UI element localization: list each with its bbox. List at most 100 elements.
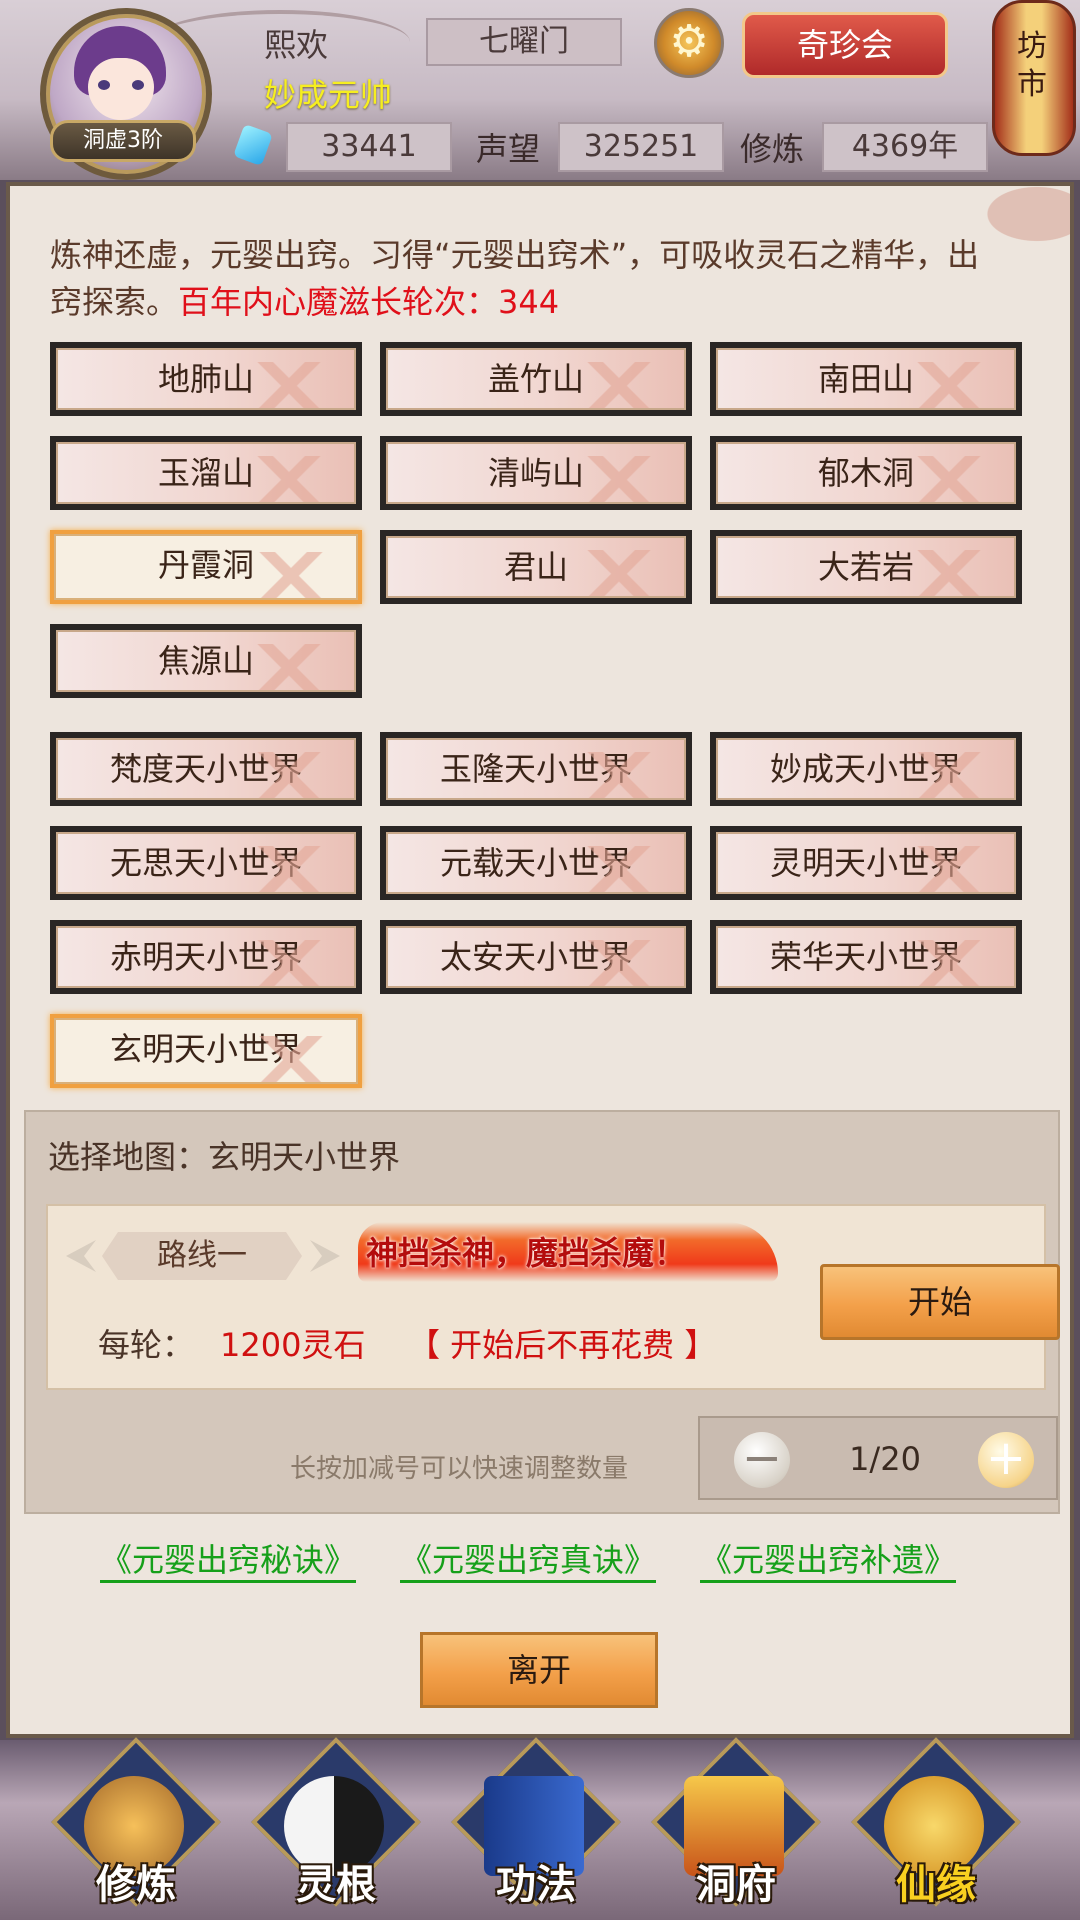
link-secret-technique[interactable]: 《元婴出窍秘诀》 (100, 1540, 357, 1583)
location-button-yuliu[interactable]: 玉溜山 (50, 436, 362, 510)
world-button-ronghua[interactable]: 荣华天小世界 (710, 920, 1022, 994)
mountain-watermark-icon (564, 550, 674, 596)
world-button-xuanming[interactable]: 玄明天小世界 (50, 1014, 362, 1088)
top-header: 洞虚3阶 熙欢 妙成元帅 七曜门 ⚙ 奇珍会 坊市 33441 声望 32525… (0, 0, 1080, 180)
mountain-watermark-icon (894, 752, 1004, 798)
map-selection-area: 选择地图：玄明天小世界 路线一 神挡杀神，魔挡杀魔！ 开始 每轮： 1200灵石… (24, 1110, 1060, 1514)
location-label: 清屿山 (386, 442, 686, 504)
world-button-fandu[interactable]: 梵度天小世界 (50, 732, 362, 806)
world-label: 赤明天小世界 (56, 926, 356, 988)
sect-name[interactable]: 七曜门 (426, 18, 622, 66)
location-button-daruo[interactable]: 大若岩 (710, 530, 1022, 604)
world-label: 太安天小世界 (386, 926, 686, 988)
reputation-label: 声望 (476, 130, 541, 168)
world-button-yuanzai[interactable]: 元载天小世界 (380, 826, 692, 900)
location-button-qingyu[interactable]: 清屿山 (380, 436, 692, 510)
nav-label: 功法 (496, 1862, 576, 1908)
mountain-watermark-icon (564, 752, 674, 798)
location-label: 大若岩 (716, 536, 1016, 598)
mountain-watermark-icon (894, 846, 1004, 892)
quantity-stepper: − 1/20 + (698, 1416, 1058, 1500)
location-label: 玉溜山 (56, 442, 356, 504)
mountain-watermark-icon (564, 456, 674, 502)
main-panel: 炼神还虚，元婴出窍。习得“元婴出窍术”，可吸收灵石之精华，出窍探索。百年内心魔滋… (6, 182, 1074, 1738)
world-label: 荣华天小世界 (716, 926, 1016, 988)
location-button-jiaoyuan[interactable]: 焦源山 (50, 624, 362, 698)
route-tab[interactable]: 路线一 (102, 1232, 302, 1280)
mountain-watermark-icon (234, 940, 344, 986)
player-name: 熙欢 (264, 26, 329, 64)
spirit-stone-count: 33441 (286, 122, 452, 172)
settings-gear-icon[interactable]: ⚙ (654, 8, 724, 78)
avatar-eyes (98, 80, 144, 90)
plus-icon[interactable]: + (978, 1432, 1034, 1488)
location-button-difei[interactable]: 地肺山 (50, 342, 362, 416)
world-button-yulong[interactable]: 玉隆天小世界 (380, 732, 692, 806)
mountain-watermark-icon (564, 362, 674, 408)
world-label: 无思天小世界 (56, 832, 356, 894)
nav-label: 灵根 (296, 1862, 376, 1908)
nav-item-spirit-root[interactable]: 灵根 (236, 1737, 436, 1920)
demon-rounds-text: 百年内心魔滋长轮次：344 (178, 283, 560, 321)
nav-item-destiny[interactable]: 仙缘 (836, 1737, 1036, 1920)
world-button-miaocheng[interactable]: 妙成天小世界 (710, 732, 1022, 806)
location-label: 南田山 (716, 348, 1016, 410)
location-button-gaizhu[interactable]: 盖竹山 (380, 342, 692, 416)
nav-item-cultivate[interactable]: 修炼 (36, 1737, 236, 1920)
leave-button[interactable]: 离开 (420, 1632, 658, 1708)
link-supplement-technique[interactable]: 《元婴出窍补遗》 (700, 1540, 957, 1583)
minus-icon[interactable]: − (734, 1432, 790, 1488)
world-label: 元载天小世界 (386, 832, 686, 894)
intro-text: 炼神还虚，元婴出窍。习得“元婴出窍术”，可吸收灵石之精华，出窍探索。百年内心魔滋… (50, 232, 1010, 326)
location-label: 郁木洞 (716, 442, 1016, 504)
location-button-yumu[interactable]: 郁木洞 (710, 436, 1022, 510)
world-button-taian[interactable]: 太安天小世界 (380, 920, 692, 994)
route-next-arrow-icon[interactable] (310, 1240, 340, 1272)
spirit-stone-icon (233, 123, 273, 167)
treasure-fair-button[interactable]: 奇珍会 (742, 12, 948, 78)
market-label: 坊市 (1017, 29, 1047, 102)
location-button-nantian[interactable]: 南田山 (710, 342, 1022, 416)
route-prev-arrow-icon[interactable] (66, 1240, 96, 1272)
nav-label: 洞府 (696, 1862, 776, 1908)
world-button-wusi[interactable]: 无思天小世界 (50, 826, 362, 900)
nav-item-techniques[interactable]: 功法 (436, 1737, 636, 1920)
location-label: 丹霞洞 (54, 534, 358, 600)
stepper-hint: 长按加减号可以快速调整数量 (290, 1454, 629, 1484)
world-button-lingming[interactable]: 灵明天小世界 (710, 826, 1022, 900)
mountain-watermark-icon (564, 940, 674, 986)
mountain-watermark-icon (894, 456, 1004, 502)
mountain-watermark-icon (234, 456, 344, 502)
world-label: 玉隆天小世界 (386, 738, 686, 800)
route-card: 路线一 神挡杀神，魔挡杀魔！ 开始 每轮： 1200灵石 【 开始后不再花费 】 (46, 1204, 1060, 1390)
world-label: 灵明天小世界 (716, 832, 1016, 894)
slogan-text: 神挡杀神，魔挡杀魔！ (366, 1234, 687, 1272)
mountain-watermark-icon (564, 846, 674, 892)
location-label: 焦源山 (56, 630, 356, 692)
location-label: 盖竹山 (386, 348, 686, 410)
cultivation-years: 4369年 (822, 122, 988, 172)
mountain-watermark-icon (894, 362, 1004, 408)
cost-label: 每轮： (98, 1326, 195, 1364)
start-button[interactable]: 开始 (820, 1264, 1060, 1340)
location-button-junshan[interactable]: 君山 (380, 530, 692, 604)
mountain-watermark-icon (234, 752, 344, 798)
link-true-technique[interactable]: 《元婴出窍真诀》 (400, 1540, 657, 1583)
location-button-danxia[interactable]: 丹霞洞 (50, 530, 362, 604)
world-label: 梵度天小世界 (56, 738, 356, 800)
nav-label: 修炼 (96, 1862, 176, 1908)
mountain-watermark-icon (894, 550, 1004, 596)
mountain-watermark-icon (236, 1036, 346, 1082)
location-label: 君山 (386, 536, 686, 598)
player-title: 妙成元帅 (264, 76, 393, 114)
cultivation-label: 修炼 (740, 130, 805, 168)
nav-item-cave-mansion[interactable]: 洞府 (636, 1737, 836, 1920)
cost-note: 【 开始后不再花费 】 (408, 1326, 717, 1364)
world-button-chiming[interactable]: 赤明天小世界 (50, 920, 362, 994)
nav-label: 仙缘 (896, 1862, 976, 1908)
world-label: 妙成天小世界 (716, 738, 1016, 800)
world-label: 玄明天小世界 (54, 1018, 358, 1084)
selected-map-label: 选择地图：玄明天小世界 (48, 1138, 401, 1176)
mountain-watermark-icon (236, 552, 346, 598)
cost-value: 1200灵石 (220, 1326, 366, 1364)
